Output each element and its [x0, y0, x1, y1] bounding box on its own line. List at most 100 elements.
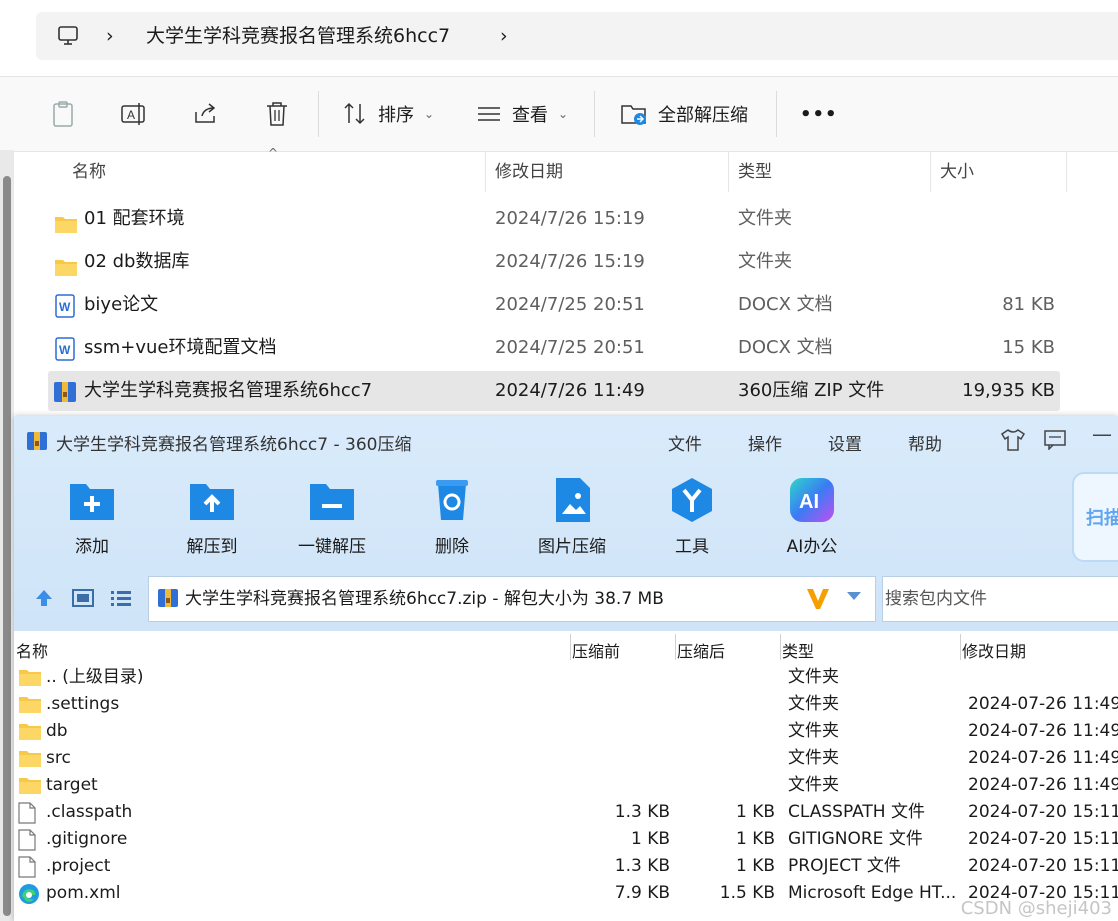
zip-column-before[interactable]: 压缩前: [572, 638, 620, 662]
zip-column-name[interactable]: 名称: [16, 638, 48, 662]
sort-button[interactable]: 排序 ⌄: [342, 91, 434, 137]
archive-entry-name: .classpath: [46, 802, 133, 822]
column-divider[interactable]: [485, 152, 486, 192]
archive-entry-modified: 2024-07-26 11:49: [968, 748, 1118, 768]
menu-file[interactable]: 文件: [668, 430, 702, 455]
thumbnail-view-icon[interactable]: [72, 588, 94, 612]
minimize-button[interactable]: —: [1092, 422, 1112, 446]
view-list-icon: [478, 107, 500, 121]
archive-entry-name: .settings: [46, 694, 120, 714]
column-divider[interactable]: [675, 634, 676, 660]
archive-entry-type: Microsoft Edge HT...: [788, 883, 957, 903]
delete-button[interactable]: [264, 91, 290, 137]
zip-column-modified[interactable]: 修改日期: [962, 638, 1026, 662]
view-label: 查看: [512, 105, 548, 126]
menu-help[interactable]: 帮助: [908, 430, 942, 455]
archive-path-field[interactable]: 大学生学科竞赛报名管理系统6hcc7.zip - 解包大小为 38.7 MB: [148, 576, 876, 622]
file-name: 大学生学科竞赛报名管理系统6hcc7: [84, 380, 373, 401]
scrollbar-thumb[interactable]: [3, 176, 11, 916]
archive-entry-before: [570, 718, 670, 745]
file-modified: 2024/7/26 15:19: [495, 251, 645, 272]
more-button[interactable]: •••: [800, 91, 838, 137]
list-item[interactable]: W ssm+vue环境配置文档 2024/7/25 20:51 DOCX 文档 …: [48, 328, 1060, 368]
menu-settings[interactable]: 设置: [828, 430, 862, 455]
chevron-right-icon[interactable]: ›: [500, 12, 508, 60]
skin-shirt-icon[interactable]: [1000, 428, 1026, 456]
archive-entry-after: [675, 664, 775, 691]
extract-all-button[interactable]: 全部解压缩: [620, 91, 748, 137]
archive-entry-after: [675, 745, 775, 772]
column-divider[interactable]: [728, 152, 729, 192]
add-label: 添加: [75, 537, 109, 557]
file-type: 文件夹: [738, 208, 792, 229]
archive-search-input[interactable]: 搜索包内文件: [882, 576, 1118, 622]
menu-operation[interactable]: 操作: [748, 430, 782, 455]
column-divider[interactable]: [570, 634, 571, 660]
zip-column-type[interactable]: 类型: [782, 638, 814, 662]
column-divider[interactable]: [930, 152, 931, 192]
file-icon: [18, 802, 36, 824]
archive-row[interactable]: target 文件夹 2024-07-26 11:49: [14, 772, 1118, 799]
extract-to-button[interactable]: 解压到: [162, 476, 262, 557]
archive-row[interactable]: src 文件夹 2024-07-26 11:49: [14, 745, 1118, 772]
chevron-right-icon[interactable]: ›: [106, 12, 114, 60]
archive-row[interactable]: .gitignore 1 KB 1 KB GITIGNORE 文件 2024-07-20…: [14, 826, 1118, 853]
ai-office-button[interactable]: AI AI办公: [762, 476, 862, 557]
column-divider[interactable]: [960, 634, 961, 660]
computer-icon[interactable]: [56, 24, 80, 48]
file-size: [948, 199, 1055, 239]
column-modified[interactable]: 修改日期: [495, 150, 563, 194]
share-button[interactable]: [192, 91, 220, 137]
rename-button[interactable]: A: [120, 91, 148, 137]
column-size[interactable]: 大小: [940, 150, 974, 194]
breadcrumb-current[interactable]: 大学生学科竞赛报名管理系统6hcc7: [146, 12, 450, 60]
list-item[interactable]: 01 配套环境 2024/7/26 15:19 文件夹: [48, 199, 1060, 239]
file-type: 文件夹: [738, 251, 792, 272]
archive-entry-after: [675, 772, 775, 799]
up-arrow-icon[interactable]: [34, 588, 54, 612]
add-button[interactable]: 添加: [42, 476, 142, 557]
archive-row[interactable]: .project 1.3 KB 1 KB PROJECT 文件 2024-07-20 1…: [14, 853, 1118, 880]
archive-entry-type: 文件夹: [788, 748, 839, 768]
archive-entry-before: [570, 691, 670, 718]
paste-button[interactable]: [50, 91, 76, 137]
archive-row[interactable]: .settings 文件夹 2024-07-26 11:49: [14, 691, 1118, 718]
file-size: [948, 242, 1055, 282]
archive-row[interactable]: .. (上级目录) 文件夹: [14, 664, 1118, 691]
archive-row[interactable]: db 文件夹 2024-07-26 11:49: [14, 718, 1118, 745]
view-button[interactable]: 查看 ⌄: [476, 91, 568, 137]
list-item-selected[interactable]: 大学生学科竞赛报名管理系统6hcc7 2024/7/26 11:49 360压缩…: [48, 371, 1060, 411]
column-divider[interactable]: [1066, 152, 1067, 192]
image-compress-button[interactable]: 图片压缩: [522, 476, 622, 557]
zip-archive-icon: [53, 379, 77, 403]
v-logo-icon[interactable]: [805, 585, 831, 615]
column-name[interactable]: 名称: [72, 150, 106, 194]
list-view-icon[interactable]: [110, 588, 132, 612]
archive-entry-type: 文件夹: [788, 694, 839, 714]
file-type: 360压缩 ZIP 文件: [738, 380, 885, 401]
extract-to-label: 解压到: [186, 537, 238, 557]
file-size: 81 KB: [1002, 294, 1055, 315]
scrollbar[interactable]: [0, 150, 14, 921]
feedback-icon[interactable]: [1044, 430, 1066, 454]
delete-button[interactable]: 删除: [402, 476, 502, 557]
one-click-extract-button[interactable]: 一键解压: [282, 476, 382, 557]
address-bar[interactable]: › 大学生学科竞赛报名管理系统6hcc7 ›: [36, 12, 1118, 60]
file-name: 02 db数据库: [84, 251, 190, 272]
zip-column-after[interactable]: 压缩后: [677, 638, 725, 662]
archive-entry-after: [675, 718, 775, 745]
column-divider[interactable]: [780, 634, 781, 660]
archive-entry-name: .gitignore: [46, 829, 128, 849]
file-modified: 2024/7/25 20:51: [495, 337, 645, 358]
tools-button[interactable]: 工具: [642, 476, 742, 557]
dropdown-arrow-icon[interactable]: [845, 587, 863, 609]
archive-entry-type: PROJECT 文件: [788, 856, 901, 876]
scan-side-badge[interactable]: 扫描: [1072, 472, 1118, 562]
toolbar-divider: [318, 91, 319, 137]
archive-row[interactable]: .classpath 1.3 KB 1 KB CLASSPATH 文件 2024-07-…: [14, 799, 1118, 826]
zip-window-header: 大学生学科竞赛报名管理系统6hcc7 - 360压缩 文件 操作 设置 帮助 —…: [14, 416, 1118, 631]
column-type[interactable]: 类型: [738, 150, 772, 194]
archive-row[interactable]: pom.xml 7.9 KB 1.5 KB Microsoft Edge HT... 2…: [14, 880, 1118, 907]
list-item[interactable]: 02 db数据库 2024/7/26 15:19 文件夹: [48, 242, 1060, 282]
list-item[interactable]: W biye论文 2024/7/25 20:51 DOCX 文档 81 KB: [48, 285, 1060, 325]
